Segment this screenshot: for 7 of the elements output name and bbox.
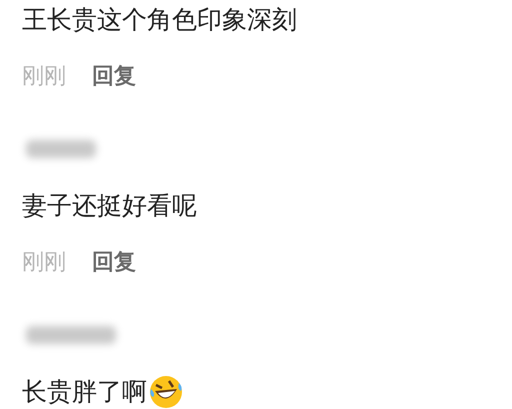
reply-link[interactable]: 回复 [92,62,136,92]
reply-link[interactable]: 回复 [92,248,136,278]
comment-time: 刚刚 [22,249,66,277]
comment-text: 王长贵这个角色印象深刻 [22,4,297,36]
comment-time: 刚刚 [22,63,66,91]
comment-text: 妻子还挺好看呢 [22,190,197,222]
comment-text: 长贵胖了啊 [22,376,147,408]
